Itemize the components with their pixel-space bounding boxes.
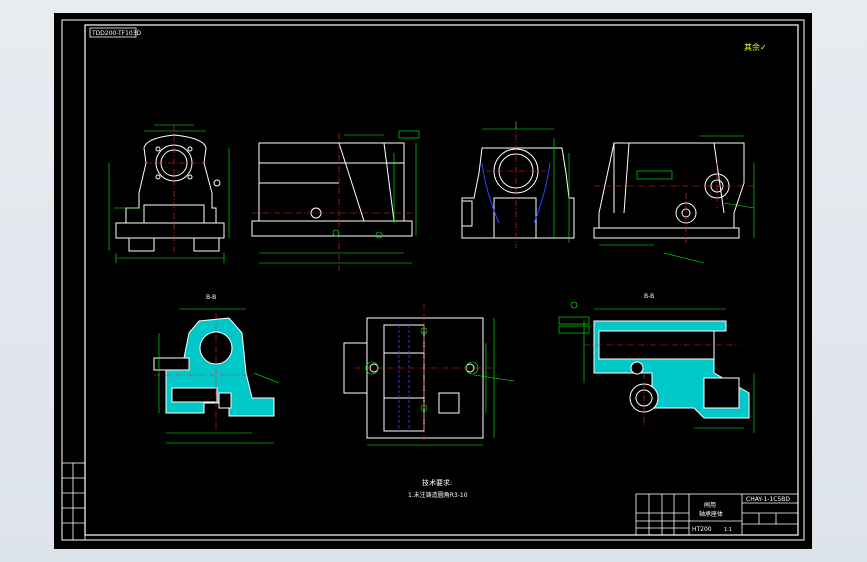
left-revision-table — [61, 462, 86, 541]
tech-req-line: 1.未注铸造圆角R3-10 — [408, 491, 468, 499]
part-name-1: 闸用 — [704, 501, 716, 509]
code-tag: TDD200-TF103D — [91, 30, 142, 37]
view-section-a — [593, 142, 745, 239]
view-end — [461, 147, 575, 239]
drawing-viewport[interactable]: TDD200-TF103D 其余✓ B-B B-B 技术要求: 1.未注铸造圆角… — [54, 13, 812, 549]
view-side — [251, 142, 413, 237]
cad-application: TDD200-TF103D 其余✓ B-B B-B 技术要求: 1.未注铸造圆角… — [0, 0, 867, 562]
view-section-c: B-B — [593, 293, 750, 419]
section-label-right: B-B — [644, 293, 654, 300]
view-end-dims — [482, 121, 570, 243]
material: HT200 — [692, 526, 712, 533]
tech-req-title: 技术要求: — [422, 478, 452, 487]
view-front — [115, 134, 225, 252]
part-name-2: 轴承座体 — [699, 510, 723, 518]
outer-frame — [61, 19, 805, 541]
section-label-left: B-B — [206, 294, 216, 301]
engineering-drawing: TDD200-TF103D 其余✓ B-B B-B 技术要求: 1.未注铸造圆角… — [61, 19, 805, 541]
view-section-a-dims — [599, 135, 755, 264]
scale: 1:1 — [724, 527, 732, 533]
view-top-dims — [365, 318, 515, 446]
drawing-number: CHAY-1-1C5BD — [746, 496, 790, 503]
inner-frame — [84, 24, 799, 536]
view-section-b: B-B — [153, 294, 275, 417]
view-top — [343, 317, 484, 439]
roughness-note: 其余✓ — [744, 42, 767, 52]
